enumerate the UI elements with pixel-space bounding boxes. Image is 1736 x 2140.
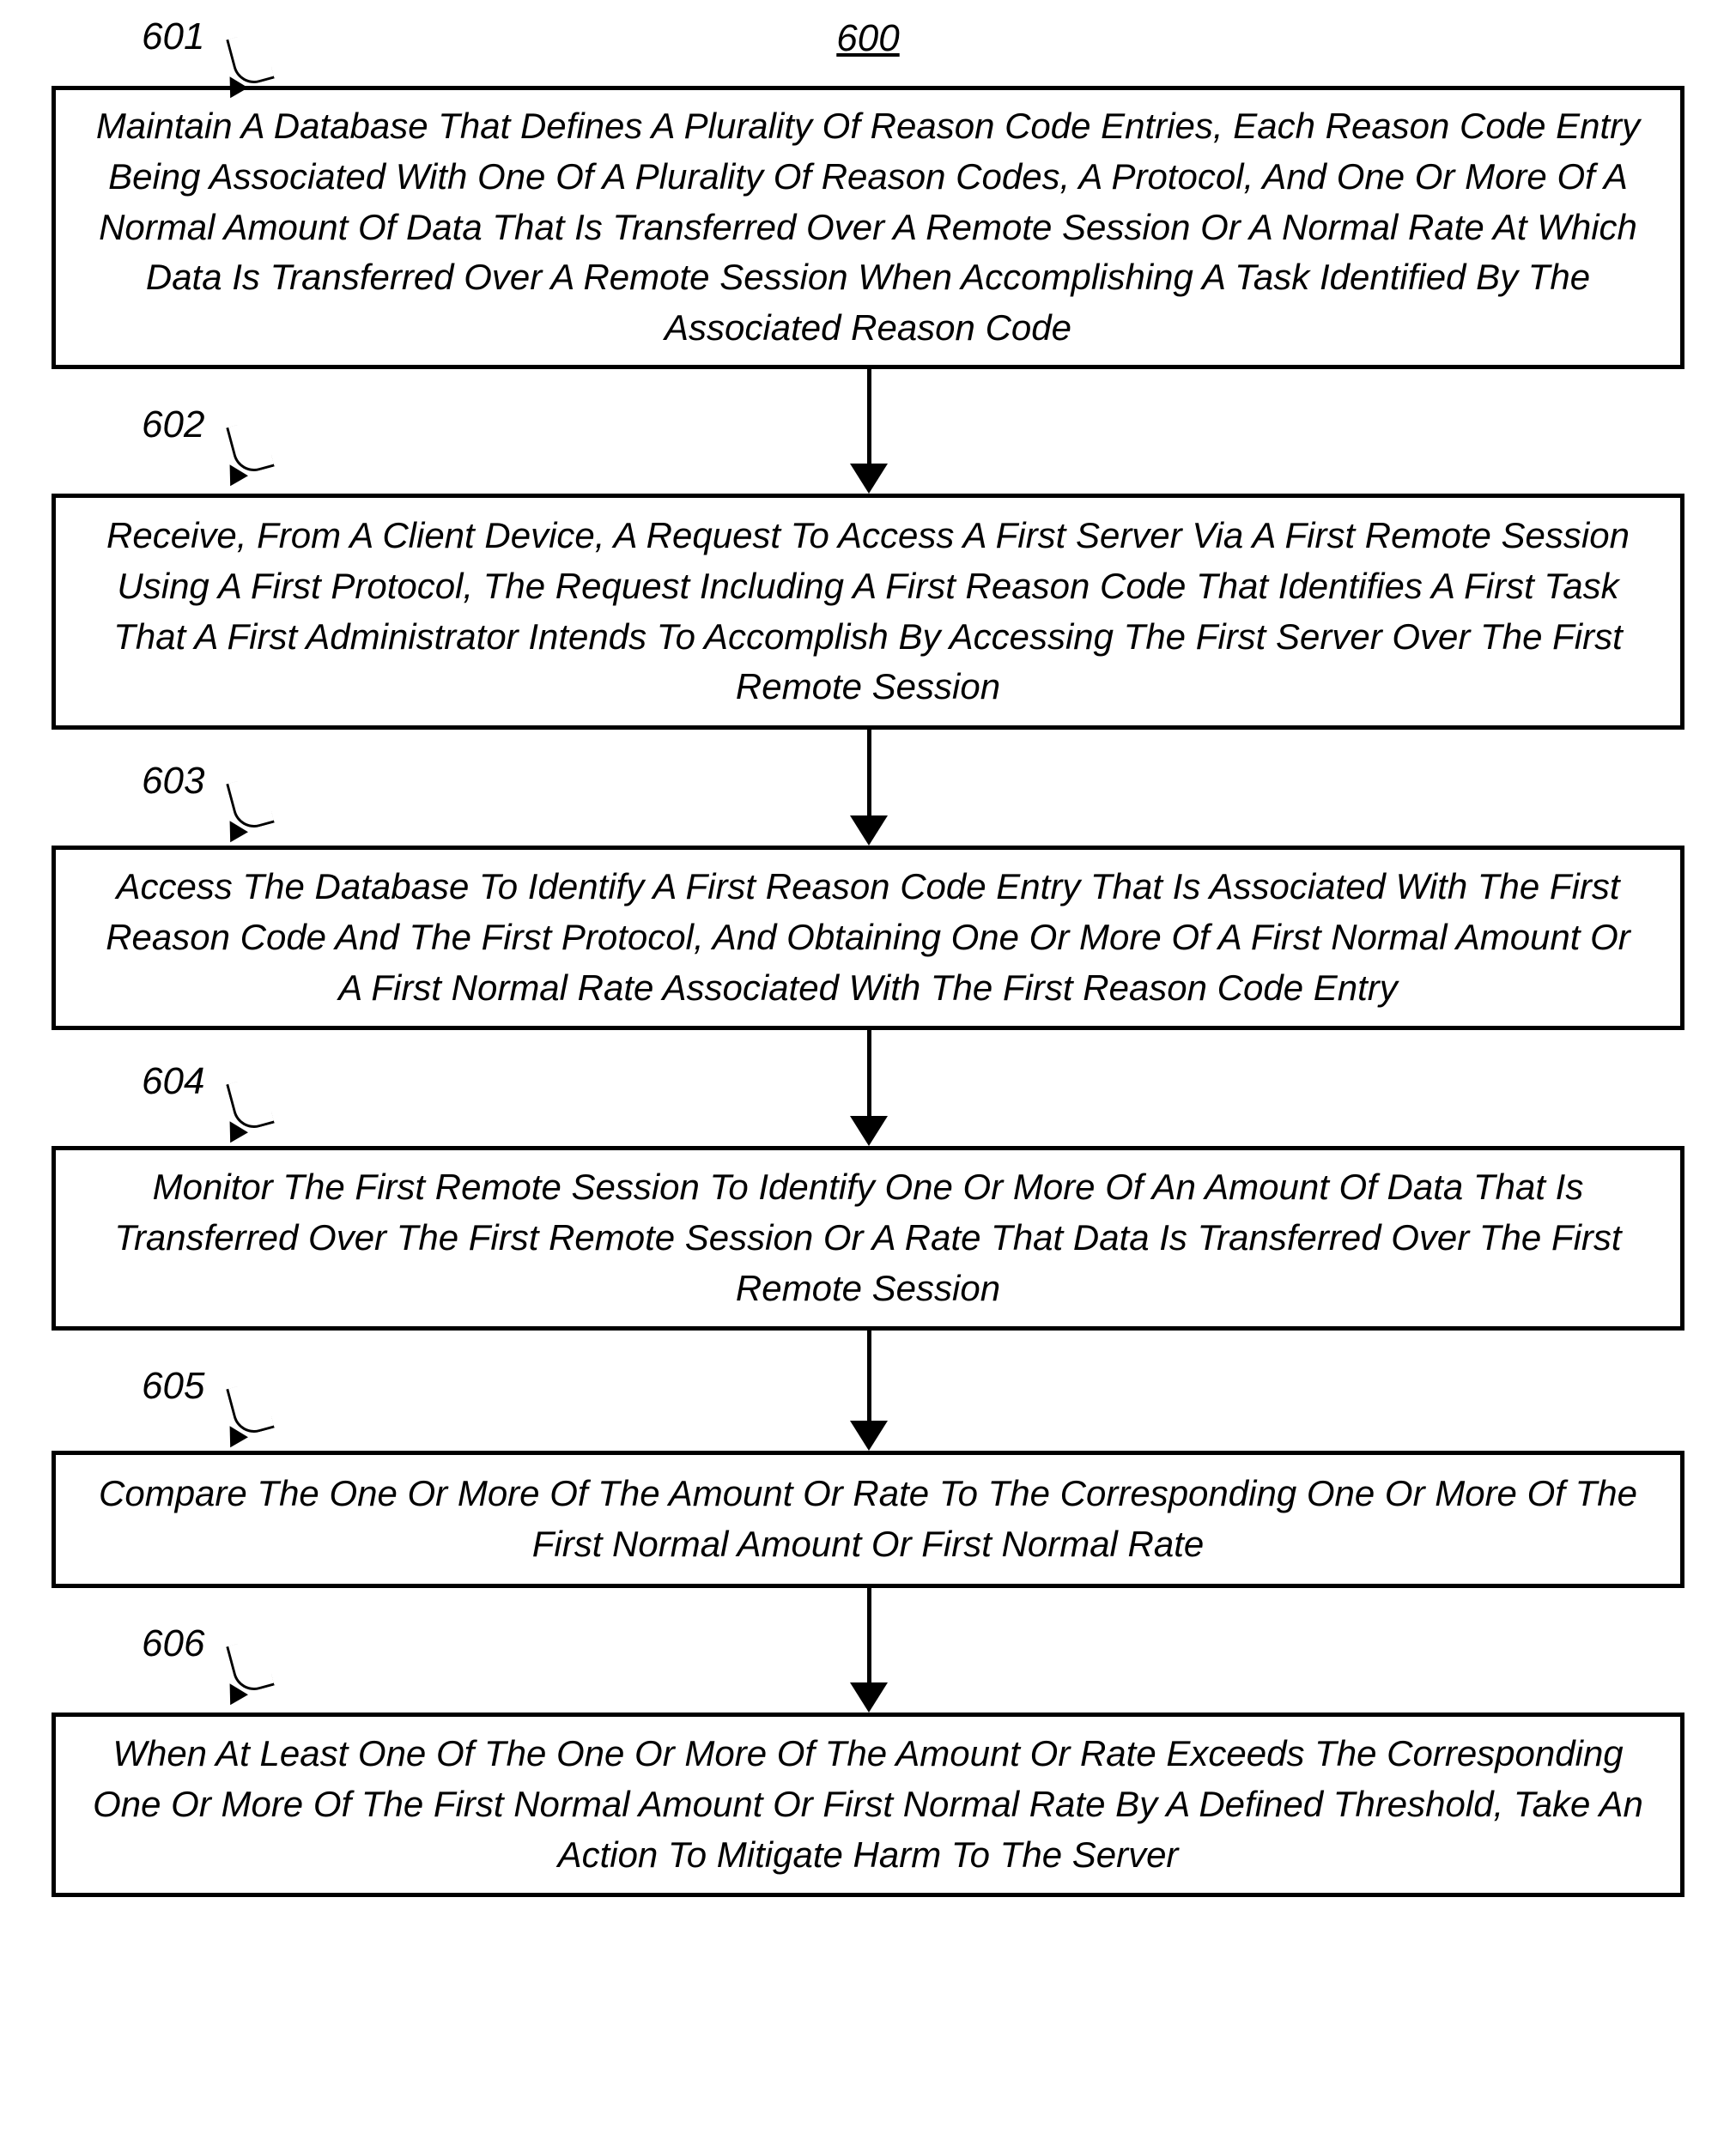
step-box-601: Maintain A Database That Defines A Plura…: [52, 86, 1684, 369]
step-box-606: When At Least One Of The One Or More Of …: [52, 1713, 1684, 1897]
arrow-head: [850, 464, 888, 494]
step-label-605: 605: [142, 1365, 204, 1408]
arrow-line: [867, 730, 871, 815]
arrow-head: [850, 1421, 888, 1451]
callout-hook-605: [226, 1379, 275, 1437]
step-text-603: Access The Database To Identify A First …: [90, 862, 1646, 1013]
step-label-606: 606: [142, 1622, 204, 1665]
arrow-line: [867, 1588, 871, 1682]
flowchart-page: 600 601 Maintain A Database That Defines…: [0, 0, 1736, 2140]
step-label-602: 602: [142, 403, 204, 446]
step-text-606: When At Least One Of The One Or More Of …: [90, 1729, 1646, 1880]
callout-hook-602: [226, 418, 275, 476]
step-text-604: Monitor The First Remote Session To Iden…: [90, 1162, 1646, 1313]
step-box-602: Receive, From A Client Device, A Request…: [52, 494, 1684, 730]
step-text-602: Receive, From A Client Device, A Request…: [90, 511, 1646, 712]
callout-hook-604: [226, 1075, 275, 1132]
step-label-604: 604: [142, 1060, 204, 1103]
arrow-line: [867, 1030, 871, 1116]
step-text-601: Maintain A Database That Defines A Plura…: [90, 101, 1646, 354]
callout-hook-603: [226, 774, 275, 832]
arrow-head: [850, 815, 888, 846]
step-box-604: Monitor The First Remote Session To Iden…: [52, 1146, 1684, 1331]
step-box-605: Compare The One Or More Of The Amount Or…: [52, 1451, 1684, 1588]
step-box-603: Access The Database To Identify A First …: [52, 846, 1684, 1030]
callout-hook-606: [226, 1637, 275, 1694]
step-label-603: 603: [142, 760, 204, 803]
arrow-line: [867, 1331, 871, 1421]
arrow-line: [867, 369, 871, 464]
step-label-601: 601: [142, 15, 204, 58]
arrow-head: [850, 1682, 888, 1713]
step-text-605: Compare The One Or More Of The Amount Or…: [90, 1469, 1646, 1570]
arrow-head: [850, 1116, 888, 1146]
